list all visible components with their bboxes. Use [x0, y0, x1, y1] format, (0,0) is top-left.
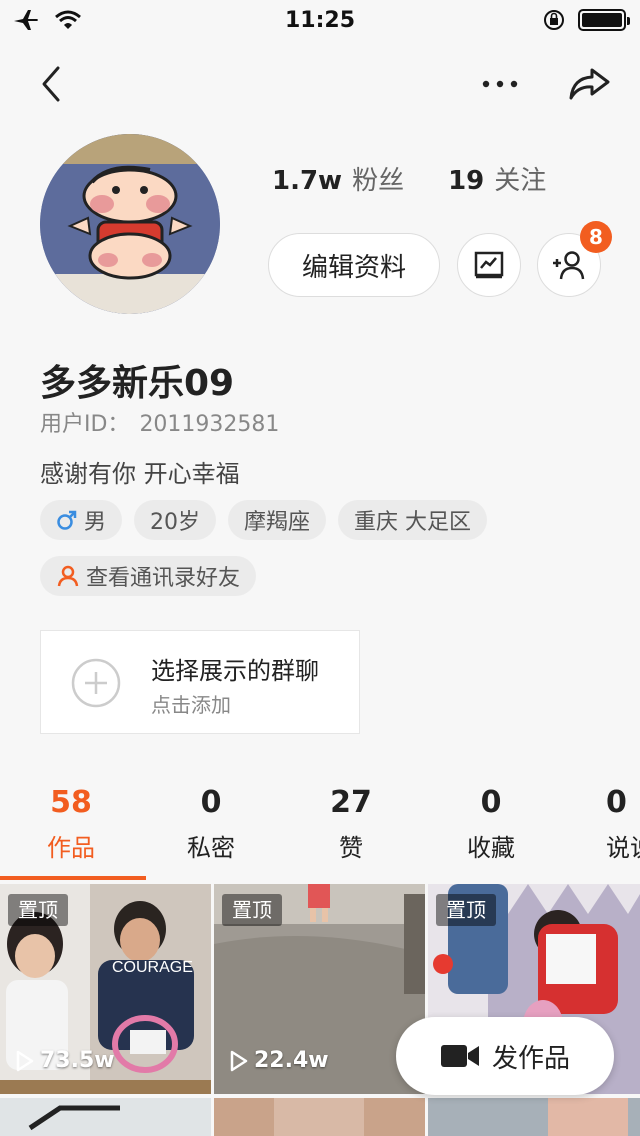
tab-count: 0 [200, 785, 222, 820]
video-grid: COURAGE 置顶 73.5w 置顶 22.4w 置顶 [0, 884, 640, 1136]
location-label: 重庆 大足区 [354, 510, 472, 535]
zodiac-label: 摩羯座 [244, 510, 311, 535]
play-icon [16, 1050, 34, 1071]
zodiac-tag: 摩羯座 [228, 500, 327, 540]
rotation-lock-icon [544, 10, 564, 30]
avatar[interactable] [40, 134, 220, 314]
following-stat[interactable]: 19 关注 [448, 160, 546, 197]
tab-likes[interactable]: 27 赞 [296, 782, 406, 863]
contacts-label: 查看通讯录好友 [86, 566, 241, 591]
age-label: 20岁 [150, 510, 201, 535]
status-bar: 11:25 [0, 0, 640, 40]
tab-works[interactable]: 58 作品 [16, 782, 126, 863]
share-icon[interactable] [566, 64, 612, 104]
group-chat-card[interactable]: 选择展示的群聊 点击添加 [40, 630, 360, 734]
tab-label: 作品 [47, 834, 95, 862]
video-thumbnail [0, 1098, 211, 1136]
tab-private[interactable]: 0 私密 [156, 782, 266, 863]
gender-tag: 男 [40, 500, 123, 540]
tab-label: 收藏 [467, 834, 515, 862]
play-icon [230, 1050, 248, 1071]
tab-label: 私密 [187, 834, 235, 862]
avatar-cartoon-icon [40, 134, 220, 314]
publish-button[interactable]: 发作品 [396, 1017, 614, 1095]
following-label: 关注 [494, 166, 547, 196]
svg-text:COURAGE: COURAGE [112, 959, 193, 976]
content-tabs: 58 作品 0 私密 27 赞 0 收藏 0 说说 [0, 782, 640, 882]
plus-circle-icon [71, 658, 121, 708]
tag-list: 男 20岁 摩羯座 重庆 大足区 [40, 500, 488, 540]
play-count: 22.4w [230, 1048, 329, 1073]
chart-button[interactable] [457, 233, 521, 297]
tab-label: 说说 [606, 834, 640, 862]
back-icon[interactable] [36, 62, 66, 106]
video-thumbnail [428, 1098, 640, 1136]
tab-count: 0 [606, 785, 627, 820]
play-count-value: 22.4w [254, 1048, 329, 1073]
wifi-icon [55, 10, 81, 29]
pinned-badge: 置顶 [8, 894, 68, 926]
uid-value[interactable]: 2011932581 [139, 412, 279, 437]
status-left [12, 8, 82, 32]
status-time: 11:25 [284, 7, 356, 33]
airplane-icon [14, 10, 38, 30]
active-tab-indicator [0, 876, 146, 880]
tab-moments[interactable]: 0 说说 [576, 782, 640, 863]
tab-count: 58 [50, 785, 92, 820]
nickname: 多多新乐09 [40, 363, 235, 404]
video-thumbnail [214, 1098, 425, 1136]
friend-request-badge: 8 [580, 221, 612, 253]
tab-favorites[interactable]: 0 收藏 [436, 782, 546, 863]
trend-chart-icon [474, 251, 504, 279]
video-tile[interactable]: COURAGE 置顶 73.5w [0, 884, 211, 1094]
tab-label: 赞 [339, 834, 363, 862]
video-tile[interactable] [214, 1098, 425, 1136]
play-count-value: 73.5w [40, 1048, 115, 1073]
edit-profile-button[interactable]: 编辑资料 [268, 233, 440, 297]
bio: 感谢有你 开心幸福 [40, 460, 240, 488]
gender-label: 男 [84, 510, 107, 535]
followers-stat[interactable]: 1.7w 粉丝 [272, 160, 404, 197]
status-right [542, 8, 630, 32]
play-count: 73.5w [16, 1048, 115, 1073]
followers-label: 粉丝 [352, 166, 405, 196]
contacts-friends-button[interactable]: 查看通讯录好友 [40, 556, 257, 596]
location-tag: 重庆 大足区 [338, 500, 488, 540]
add-user-icon [553, 251, 585, 280]
more-icon[interactable] [478, 70, 522, 98]
battery-icon [578, 9, 630, 31]
user-id-row: 用户ID： 2011932581 [40, 406, 279, 438]
group-card-subtitle: 点击添加 [151, 693, 231, 717]
male-icon [57, 510, 77, 530]
tab-count: 0 [480, 785, 502, 820]
stats-row: 1.7w 粉丝 19 关注 [272, 160, 546, 197]
age-tag: 20岁 [134, 500, 217, 540]
video-camera-icon [440, 1045, 479, 1067]
contacts-icon [57, 565, 79, 587]
following-count: 19 [448, 166, 485, 196]
group-card-title: 选择展示的群聊 [151, 657, 319, 685]
uid-label: 用户ID： [40, 412, 130, 437]
followers-count: 1.7w [272, 166, 343, 196]
pinned-badge: 置顶 [222, 894, 282, 926]
video-tile[interactable]: 置顶 22.4w [214, 884, 425, 1094]
tab-count: 27 [330, 785, 372, 820]
video-tile[interactable] [0, 1098, 211, 1136]
video-tile[interactable] [428, 1098, 640, 1136]
pinned-badge: 置顶 [436, 894, 496, 926]
publish-label: 发作品 [491, 1043, 570, 1074]
